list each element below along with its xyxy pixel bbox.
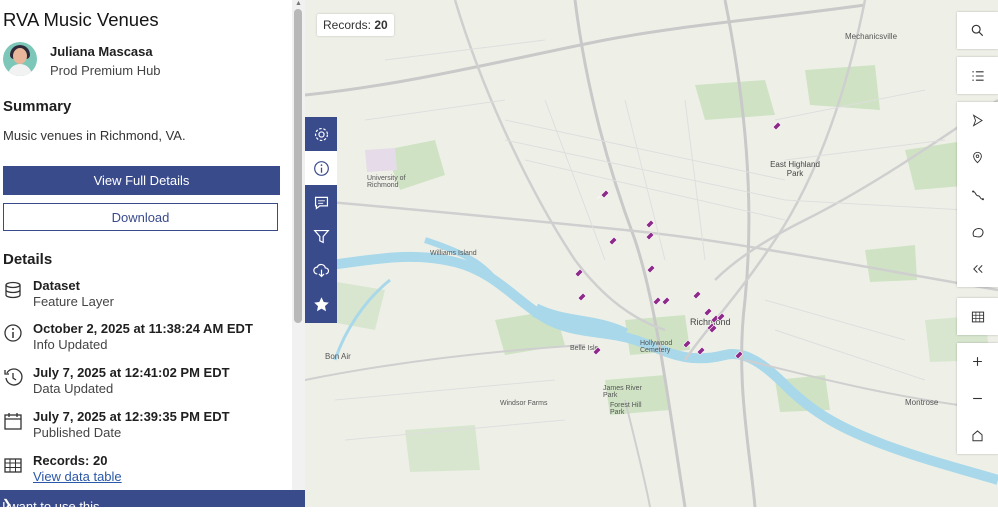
view-full-details-button[interactable]: View Full Details bbox=[3, 166, 280, 195]
detail-row-type: Dataset Feature Layer bbox=[3, 278, 288, 312]
filter-tool[interactable] bbox=[305, 219, 337, 253]
place-label: Montrose bbox=[905, 398, 939, 407]
zoom-out-icon bbox=[973, 397, 982, 400]
filter-icon bbox=[312, 229, 330, 243]
favorite-tool[interactable] bbox=[305, 287, 337, 321]
detail-title: Records: 20 bbox=[33, 453, 108, 468]
basemap-button[interactable] bbox=[957, 213, 998, 250]
locate-button[interactable] bbox=[957, 139, 998, 176]
place-label: Belle Isle bbox=[570, 345, 599, 352]
detail-row-data-updated: July 7, 2025 at 12:41:02 PM EDT Data Upd… bbox=[3, 365, 288, 399]
comments-tool[interactable] bbox=[305, 185, 337, 219]
measure-button[interactable] bbox=[957, 176, 998, 213]
owner-org: Prod Premium Hub bbox=[50, 63, 161, 78]
page-title: RVA Music Venues bbox=[3, 9, 159, 30]
place-label: University of Richmond bbox=[367, 175, 406, 189]
chevron-right-icon: ❯ bbox=[2, 497, 13, 511]
map-view[interactable]: Richmond East Highland Park Bon Air Mont… bbox=[305, 0, 998, 507]
search-icon bbox=[971, 24, 984, 37]
detail-title: Dataset bbox=[33, 278, 80, 293]
panel-scrollbar[interactable]: ▲ bbox=[292, 0, 305, 490]
details-panel: RVA Music Venues Juliana Mascasa Prod Pr… bbox=[0, 0, 292, 507]
place-label: Windsor Farms bbox=[500, 400, 548, 407]
records-count: 20 bbox=[374, 18, 388, 32]
map-zoom-controls bbox=[957, 343, 998, 454]
info-icon bbox=[4, 324, 22, 342]
zoom-out-button[interactable] bbox=[957, 380, 998, 417]
view-data-table-link[interactable]: View data table bbox=[33, 469, 122, 484]
detail-title: July 7, 2025 at 12:39:35 PM EDT bbox=[33, 409, 230, 424]
detail-row-records: Records: 20 View data table bbox=[3, 453, 288, 487]
table-icon bbox=[4, 458, 22, 473]
detail-sub: Feature Layer bbox=[33, 294, 114, 309]
avatar[interactable] bbox=[3, 42, 37, 76]
comment-icon bbox=[314, 196, 328, 210]
summary-heading: Summary bbox=[3, 98, 72, 115]
table-icon bbox=[971, 311, 984, 322]
place-label: James River Park bbox=[603, 385, 642, 399]
map-tool-rail bbox=[305, 117, 337, 323]
info-tool[interactable] bbox=[305, 151, 337, 185]
use-this-bar[interactable]: I want to use this ❯ bbox=[0, 490, 305, 514]
attribute-table-button[interactable] bbox=[957, 298, 998, 335]
place-label: Richmond bbox=[690, 317, 731, 327]
directions-button[interactable] bbox=[957, 102, 998, 139]
owner-name[interactable]: Juliana Mascasa bbox=[50, 44, 153, 59]
settings-tool[interactable] bbox=[305, 117, 337, 151]
measure-icon bbox=[971, 189, 984, 200]
detail-title: October 2, 2025 at 11:38:24 AM EDT bbox=[33, 321, 253, 336]
place-label: Williams Island bbox=[430, 250, 477, 257]
home-icon bbox=[972, 430, 983, 442]
home-button[interactable] bbox=[957, 417, 998, 454]
details-heading: Details bbox=[3, 251, 53, 268]
place-label: Forest Hill Park bbox=[610, 402, 642, 416]
place-label: East Highland Park bbox=[770, 160, 820, 178]
info-icon bbox=[313, 160, 329, 176]
cloud-download-icon bbox=[312, 263, 329, 277]
map-right-toolbar bbox=[957, 57, 998, 94]
detail-row-published: July 7, 2025 at 12:39:35 PM EDT Publishe… bbox=[3, 409, 288, 443]
map-right-toolbar bbox=[957, 102, 998, 287]
records-label: Records: bbox=[323, 18, 372, 32]
legend-icon bbox=[971, 70, 984, 81]
map-right-toolbar bbox=[957, 298, 998, 335]
records-count-chip: Records: 20 bbox=[317, 14, 394, 36]
detail-sub: Info Updated bbox=[33, 337, 108, 352]
gear-icon bbox=[314, 127, 328, 141]
detail-title: July 7, 2025 at 12:41:02 PM EDT bbox=[33, 365, 230, 380]
star-icon bbox=[313, 296, 329, 311]
scrollbar-thumb[interactable] bbox=[294, 9, 302, 323]
search-button[interactable] bbox=[957, 12, 998, 49]
zoom-in-button[interactable] bbox=[957, 343, 998, 380]
directions-icon bbox=[972, 114, 983, 127]
zoom-in-icon bbox=[973, 357, 982, 366]
history-icon bbox=[4, 368, 23, 386]
collapse-icon bbox=[972, 264, 983, 273]
collapse-button[interactable] bbox=[957, 250, 998, 287]
detail-sub: Published Date bbox=[33, 425, 122, 440]
detail-sub: Data Updated bbox=[33, 381, 114, 396]
map-basemap[interactable] bbox=[305, 0, 998, 507]
locate-icon bbox=[973, 151, 982, 164]
download-button[interactable]: Download bbox=[3, 203, 278, 231]
place-label: Bon Air bbox=[325, 352, 351, 361]
summary-text: Music venues in Richmond, VA. bbox=[3, 128, 186, 143]
basemap-icon bbox=[972, 227, 984, 237]
place-label: Hollywood Cemetery bbox=[640, 340, 673, 354]
detail-row-info-updated: October 2, 2025 at 11:38:24 AM EDT Info … bbox=[3, 321, 288, 355]
download-tool[interactable] bbox=[305, 253, 337, 287]
database-icon bbox=[5, 281, 21, 299]
scroll-up-icon[interactable]: ▲ bbox=[295, 0, 302, 7]
calendar-icon bbox=[4, 413, 22, 430]
place-label: Mechanicsville bbox=[845, 32, 898, 41]
map-right-toolbar bbox=[957, 12, 998, 49]
legend-button[interactable] bbox=[957, 57, 998, 94]
